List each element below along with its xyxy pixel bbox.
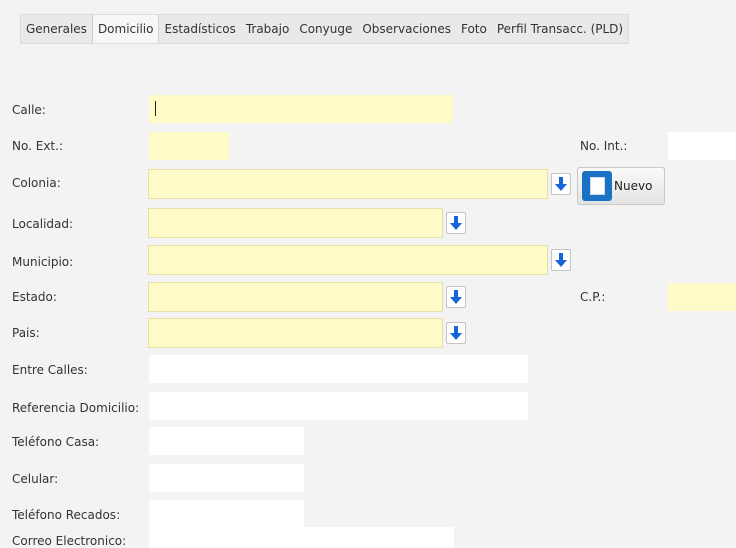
telefono-casa-label: Teléfono Casa: [12, 435, 100, 449]
referencia-label: Referencia Domicilio: [12, 401, 140, 415]
arrow-down-icon [450, 326, 462, 340]
arrow-down-icon [450, 290, 462, 304]
entre-calles-input[interactable] [149, 355, 528, 383]
pais-dropdown-button[interactable] [446, 322, 466, 344]
no-ext-input[interactable] [149, 132, 229, 160]
tab-observaciones[interactable]: Observaciones [357, 15, 456, 43]
estado-select[interactable] [148, 282, 443, 312]
no-ext-label: No. Ext.: [12, 139, 63, 153]
municipio-dropdown-button[interactable] [551, 249, 571, 271]
pais-label: Pais: [12, 326, 40, 340]
referencia-input[interactable] [149, 392, 528, 420]
telefono-recados-label: Teléfono Recados: [12, 508, 121, 522]
correo-label: Correo Electronico: [12, 534, 127, 548]
correo-input[interactable] [149, 527, 454, 548]
tab-trabajo[interactable]: Trabajo [241, 15, 295, 43]
tab-bar: Generales Domicilio Estadísticos Trabajo… [20, 14, 630, 44]
arrow-down-icon [450, 216, 462, 230]
tab-estadisticos[interactable]: Estadísticos [159, 15, 240, 43]
new-document-icon [582, 171, 612, 201]
entre-calles-label: Entre Calles: [12, 363, 88, 377]
tab-conyuge[interactable]: Conyuge [294, 15, 357, 43]
calle-label: Calle: [12, 103, 46, 117]
tab-foto[interactable]: Foto [456, 15, 492, 43]
nuevo-button[interactable]: Nuevo [577, 167, 665, 205]
celular-input[interactable] [149, 464, 304, 492]
no-int-label: No. Int.: [580, 139, 628, 153]
tab-domicilio[interactable]: Domicilio [91, 15, 160, 43]
municipio-label: Municipio: [12, 255, 74, 269]
colonia-dropdown-button[interactable] [551, 173, 571, 195]
text-cursor [155, 101, 156, 116]
tab-generales[interactable]: Generales [21, 15, 92, 43]
telefono-recados-input[interactable] [149, 500, 304, 528]
telefono-casa-input[interactable] [149, 427, 304, 455]
cp-input[interactable] [668, 283, 736, 311]
celular-label: Celular: [12, 472, 59, 486]
no-int-input[interactable] [668, 132, 736, 160]
estado-label: Estado: [12, 290, 57, 304]
arrow-down-icon [555, 253, 567, 267]
estado-dropdown-button[interactable] [446, 286, 466, 308]
municipio-select[interactable] [148, 245, 548, 275]
nuevo-label: Nuevo [614, 179, 653, 193]
colonia-select[interactable] [148, 169, 548, 199]
localidad-label: Localidad: [12, 217, 74, 231]
tab-perfil-transacc[interactable]: Perfil Transacc. (PLD) [492, 15, 628, 43]
localidad-dropdown-button[interactable] [446, 212, 466, 234]
pais-select[interactable] [148, 318, 443, 348]
colonia-label: Colonia: [12, 176, 61, 190]
cp-label: C.P.: [580, 290, 606, 304]
calle-input[interactable] [149, 95, 453, 123]
localidad-select[interactable] [148, 208, 443, 238]
arrow-down-icon [555, 177, 567, 191]
